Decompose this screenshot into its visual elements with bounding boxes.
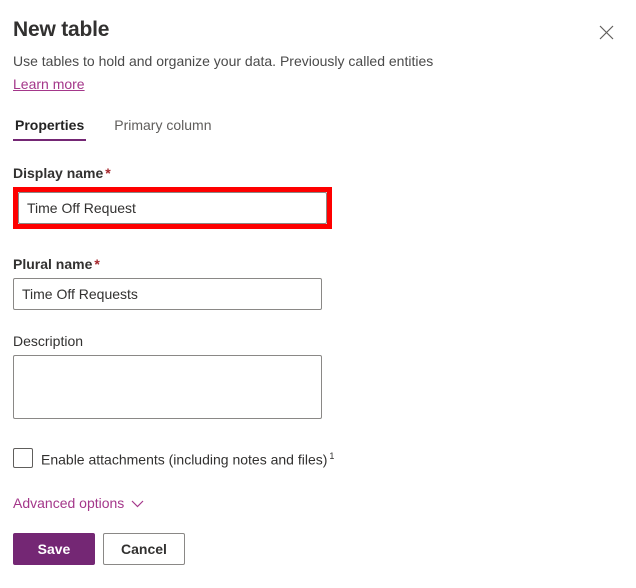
panel-subtitle: Use tables to hold and organize your dat…	[13, 51, 612, 71]
advanced-options-label: Advanced options	[13, 493, 124, 513]
chevron-down-icon	[131, 493, 144, 513]
page-title: New table	[13, 16, 612, 44]
learn-more-link[interactable]: Learn more	[13, 74, 85, 94]
plural-name-label: Plural name*	[13, 254, 623, 274]
enable-attachments-row[interactable]: Enable attachments (including notes and …	[13, 446, 623, 470]
enable-attachments-label: Enable attachments (including notes and …	[41, 446, 334, 470]
enable-attachments-checkbox[interactable]	[13, 448, 33, 468]
table-properties-form: Display name* Plural name* Description E…	[0, 163, 636, 513]
panel-tabs: Properties Primary column	[0, 116, 636, 141]
tab-primary-column[interactable]: Primary column	[112, 116, 213, 141]
display-name-input[interactable]	[18, 192, 327, 224]
close-button[interactable]	[590, 16, 622, 48]
description-label: Description	[13, 331, 623, 351]
display-name-field: Display name*	[13, 163, 623, 229]
display-name-highlight-annotation	[13, 187, 332, 229]
panel-header: New table Use tables to hold and organiz…	[0, 0, 636, 94]
plural-name-input[interactable]	[13, 278, 322, 310]
close-icon	[599, 25, 614, 40]
new-table-panel: New table Use tables to hold and organiz…	[0, 0, 636, 588]
advanced-options-toggle[interactable]: Advanced options	[13, 493, 144, 513]
display-name-label: Display name*	[13, 163, 623, 183]
plural-name-field: Plural name*	[13, 254, 623, 310]
tab-properties[interactable]: Properties	[13, 116, 86, 141]
required-asterisk: *	[94, 256, 99, 272]
description-field: Description	[13, 331, 623, 419]
description-textarea[interactable]	[13, 355, 322, 419]
cancel-button[interactable]: Cancel	[103, 533, 185, 565]
footnote-marker: 1	[329, 451, 334, 461]
save-button[interactable]: Save	[13, 533, 95, 565]
panel-footer: Save Cancel	[13, 533, 185, 565]
required-asterisk: *	[105, 165, 110, 181]
